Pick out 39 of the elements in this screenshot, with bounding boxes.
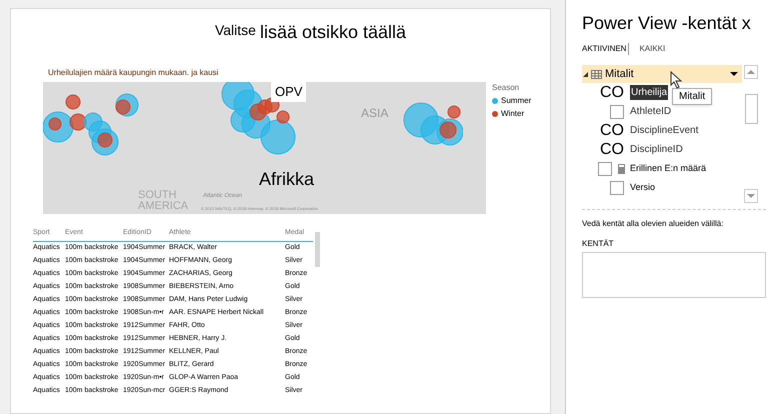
field-checkbox[interactable] [610,104,624,118]
field-checkbox[interactable] [598,162,612,176]
scrollbar-thumb[interactable] [315,232,320,267]
field-marker: CO [600,82,624,102]
panel-title: Power View -kentät x [582,12,752,35]
legend-title: Season [492,82,520,94]
title-prefix: Valitse [214,21,256,40]
scrollbar-thumb[interactable] [744,94,758,124]
area-label: KENTÄT [582,238,615,250]
field-marker: CO [600,140,624,160]
legend-label: Winter [501,108,524,120]
scroll-down-button[interactable] [744,189,758,203]
expand-arrow-icon[interactable] [583,72,588,76]
table-icon [591,70,602,78]
field-name[interactable]: Versio [630,180,656,194]
field-name[interactable]: DisciplineID [630,142,683,157]
field-name[interactable]: Urheilija [630,85,668,100]
field-checkbox[interactable] [610,180,624,194]
map-label: Afrikka [259,168,314,191]
drag-hint: Vedä kentät alla olevien alueiden välillä: [582,218,724,230]
field-name[interactable]: Erillinen E:n määrä [630,162,706,176]
map-label: OPV [271,82,306,102]
dropdown-caret-icon[interactable] [730,72,738,76]
legend-label: Summer [501,95,532,107]
table-name: Mitalit [605,66,634,82]
fields-drop-area[interactable] [582,252,766,298]
field-name[interactable]: DisciplineEvent [630,123,698,138]
map-label: ASIA [361,105,388,122]
tooltip: Mitalit [672,88,712,105]
mouse-pointer-icon [670,71,682,89]
table-header[interactable]: Mitalit [582,65,742,83]
field-name[interactable]: AthleteID [630,104,672,119]
map-subtitle: Urheilulajien määrä kaupungin mukaan. ja kausi [48,68,218,77]
report-title: lisää otsikko täällä [260,21,406,44]
scroll-up-button[interactable] [744,65,758,79]
calculator-icon [618,164,625,174]
panel-tab[interactable]: AKTIIVINEN [582,43,630,55]
panel-tab[interactable]: KAIKKI [639,43,666,55]
field-marker: CO [600,120,624,140]
